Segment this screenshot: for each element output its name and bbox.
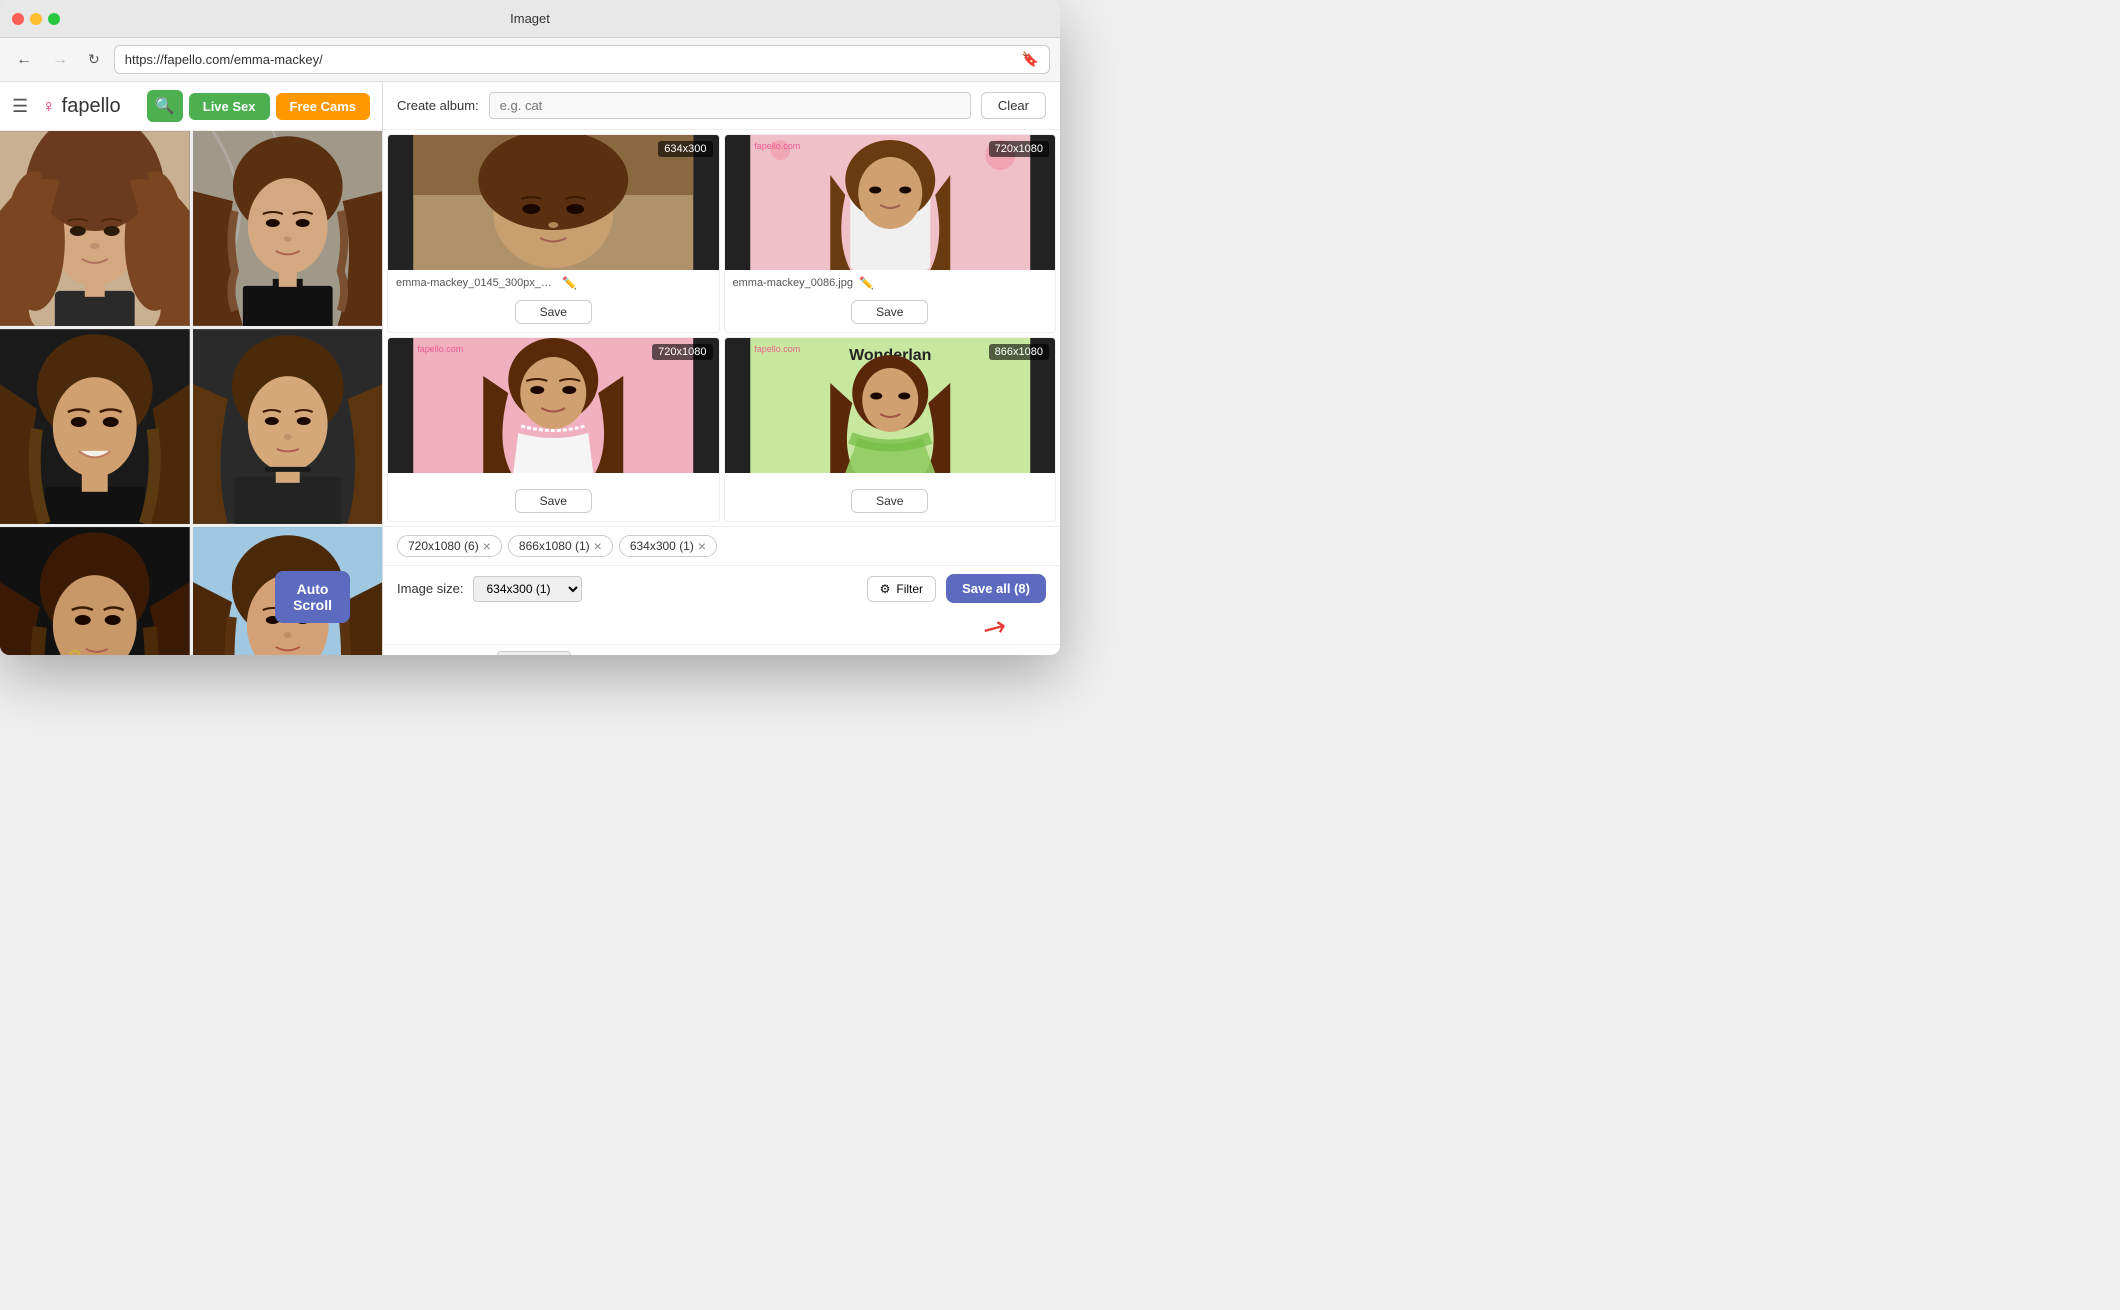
panel-image-thumb-4[interactable]: fapello.com Wonderlan — [725, 338, 1056, 473]
header-buttons: 🔍 Live Sex Free Cams — [147, 90, 370, 122]
grid-photo-2 — [193, 131, 383, 326]
panel-image-thumb-2[interactable]: fapello.com 720x1080 — [725, 135, 1056, 270]
fapello-logo: ♀ fapello — [42, 95, 120, 118]
size-badge-1: 634x300 — [658, 141, 712, 157]
url-bar[interactable]: https://fapello.com/emma-mackey/ 🔖 — [114, 45, 1050, 74]
save-button-1[interactable]: Save — [515, 300, 592, 324]
image-grid: Auto Scroll — [0, 131, 382, 655]
clear-button[interactable]: Clear — [981, 92, 1046, 119]
grid-image-1[interactable] — [0, 131, 190, 326]
grid-photo-3 — [0, 329, 190, 524]
maximize-button[interactable] — [48, 13, 60, 25]
hamburger-icon[interactable]: ☰ — [12, 96, 28, 117]
grid-image-3[interactable] — [0, 329, 190, 524]
traffic-lights — [12, 13, 60, 25]
app-window: Imaget ← → ↻ https://fapello.com/emma-ma… — [0, 0, 1060, 655]
edit-icon-2[interactable]: ✏️ — [859, 276, 874, 290]
close-button[interactable] — [12, 13, 24, 25]
size-badge-2: 720x1080 — [989, 141, 1049, 157]
free-cams-button[interactable]: Free Cams — [276, 93, 370, 120]
auto-scroll-button[interactable]: Auto Scroll — [275, 571, 350, 623]
grid-image-4[interactable] — [193, 329, 383, 524]
svg-text:fapello.com: fapello.com — [754, 344, 800, 354]
tag-720x1080: 720x1080 (6) × — [397, 535, 502, 557]
save-all-button[interactable]: Save all (8) — [946, 574, 1046, 603]
save-button-4[interactable]: Save — [851, 489, 928, 513]
titlebar: Imaget — [0, 0, 1060, 38]
panel-image-card-3: fapello.com — [387, 337, 720, 522]
browser-content: ☰ ♀ fapello 🔍 Live Sex Free Cams — [0, 82, 383, 655]
panel-image-thumb-3[interactable]: fapello.com — [388, 338, 719, 473]
tag-label-720: 720x1080 (6) — [408, 539, 479, 553]
logo-text: fapello — [62, 95, 121, 118]
content-area: ☰ ♀ fapello 🔍 Live Sex Free Cams — [0, 82, 1060, 655]
tag-634x300: 634x300 (1) × — [619, 535, 717, 557]
grid-photo-1 — [0, 131, 190, 326]
minimize-button[interactable] — [30, 13, 42, 25]
live-sex-button[interactable]: Live Sex — [189, 93, 270, 120]
filter-icon: ⚙ — [880, 582, 891, 596]
save-button-3[interactable]: Save — [515, 489, 592, 513]
logo-icon: ♀ — [42, 96, 56, 117]
tag-866x1080: 866x1080 (1) × — [508, 535, 613, 557]
panel-image-card-2: fapello.com 720x1080 emma-mackey_0086.jp… — [724, 134, 1057, 333]
save-button-2[interactable]: Save — [851, 300, 928, 324]
edit-icon-1[interactable]: ✏️ — [562, 276, 577, 290]
image-size-label: Image size: — [397, 581, 463, 596]
panel-image-thumb-1[interactable]: 634x300 — [388, 135, 719, 270]
tag-label-866: 866x1080 (1) — [519, 539, 590, 553]
fapello-header: ☰ ♀ fapello 🔍 Live Sex Free Cams — [0, 82, 382, 131]
tag-label-634: 634x300 (1) — [630, 539, 694, 553]
tag-remove-634[interactable]: × — [698, 539, 706, 553]
tag-remove-720[interactable]: × — [483, 539, 491, 553]
album-input[interactable] — [489, 92, 971, 119]
panel-img-info-2: emma-mackey_0086.jpg ✏️ — [725, 270, 1056, 296]
grid-photo-4 — [193, 329, 383, 524]
panel-img-info-1: emma-mackey_0145_300px_3.jp ✏️ — [388, 270, 719, 296]
size-badge-3: 720x1080 — [652, 344, 712, 360]
filename-2: emma-mackey_0086.jpg — [733, 277, 853, 289]
filter-label: Filter — [896, 582, 923, 596]
album-label: Create album: — [397, 98, 479, 113]
panel-image-card-4: fapello.com Wonderlan — [724, 337, 1057, 522]
panel-img-info-3 — [388, 473, 719, 485]
format-row: Save format: PNG JPG WEBP — [383, 644, 1060, 655]
window-title: Imaget — [510, 11, 550, 26]
refresh-button[interactable]: ↻ — [82, 47, 106, 72]
url-text: https://fapello.com/emma-mackey/ — [125, 52, 323, 67]
panel-image-card-1: 634x300 emma-mackey_0145_300px_3.jp ✏️ S… — [387, 134, 720, 333]
bookmark-icon[interactable]: 🔖 — [1022, 51, 1039, 68]
size-badge-4: 866x1080 — [989, 344, 1049, 360]
tag-remove-866[interactable]: × — [594, 539, 602, 553]
panel-header: Create album: Clear — [383, 82, 1060, 130]
controls-row: Image size: 634x300 (1)720x1080 (6)866x1… — [383, 565, 1060, 611]
image-size-select[interactable]: 634x300 (1)720x1080 (6)866x1080 (1) — [473, 576, 582, 602]
svg-text:fapello.com: fapello.com — [417, 344, 463, 354]
tag-filters: 720x1080 (6) × 866x1080 (1) × 634x300 (1… — [383, 526, 1060, 565]
search-button[interactable]: 🔍 — [147, 90, 183, 122]
filename-1: emma-mackey_0145_300px_3.jp — [396, 277, 556, 289]
imaget-panel: Create album: Clear — [383, 82, 1060, 655]
panel-images-grid: 634x300 emma-mackey_0145_300px_3.jp ✏️ S… — [383, 130, 1060, 526]
grid-photo-5 — [0, 527, 190, 655]
panel-img-info-4 — [725, 473, 1056, 485]
grid-image-2[interactable] — [193, 131, 383, 326]
red-arrow-icon: ↗ — [976, 607, 1013, 647]
filter-button[interactable]: ⚙ Filter — [867, 576, 936, 602]
addressbar: ← → ↻ https://fapello.com/emma-mackey/ 🔖 — [0, 38, 1060, 82]
arrow-annotation: ↗ — [383, 611, 1060, 644]
grid-image-5[interactable] — [0, 527, 190, 655]
back-button[interactable]: ← — [10, 47, 38, 73]
svg-text:fapello.com: fapello.com — [754, 141, 800, 151]
forward-button[interactable]: → — [46, 47, 74, 73]
format-select[interactable]: PNG JPG WEBP — [497, 651, 571, 655]
